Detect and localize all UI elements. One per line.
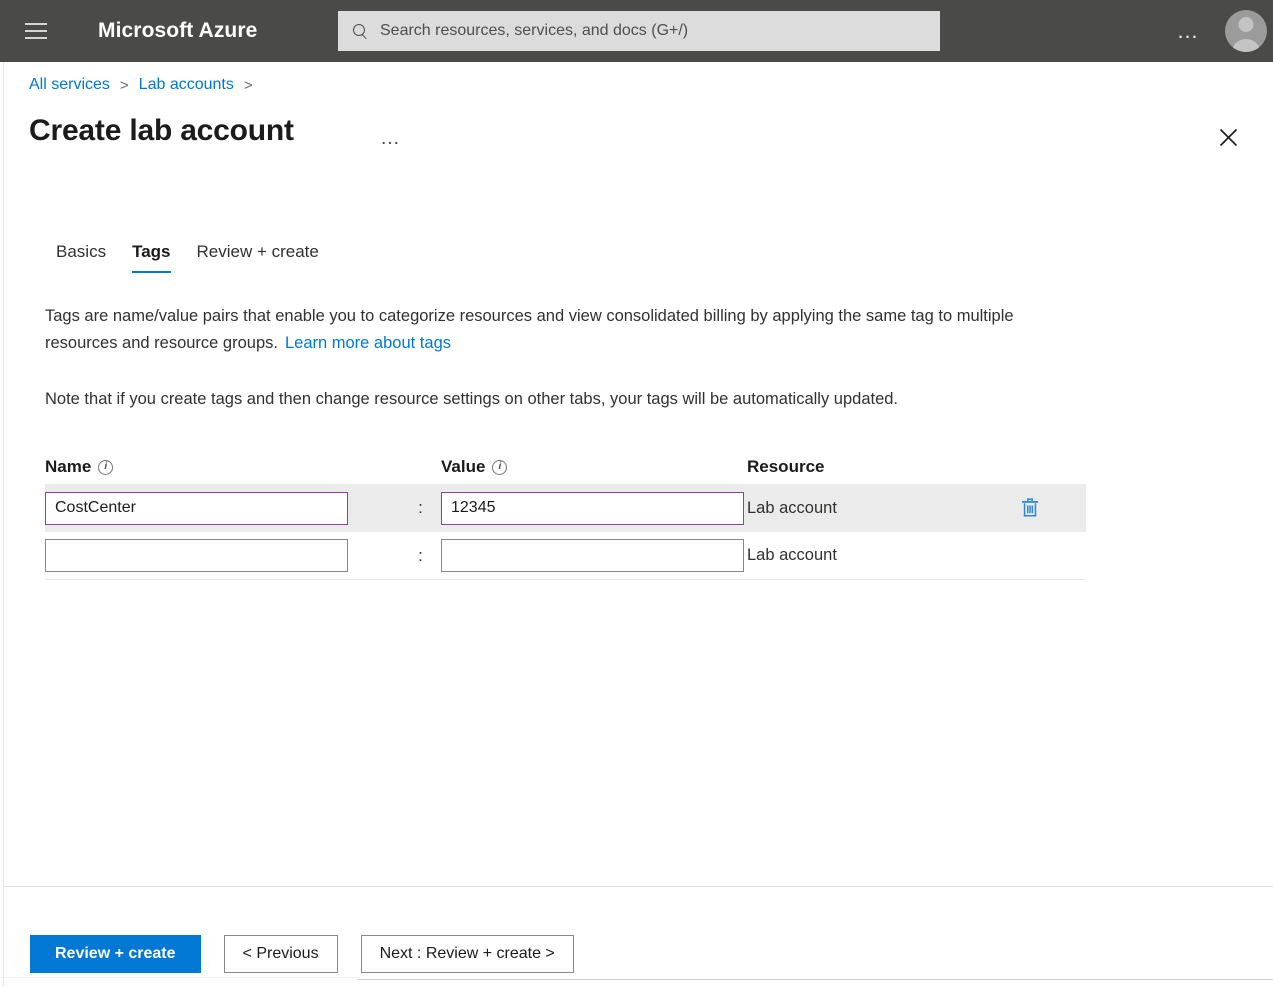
hamburger-line — [25, 23, 47, 25]
tags-description: Tags are name/value pairs that enable yo… — [45, 303, 1065, 357]
table-row: : Lab account — [45, 532, 1086, 580]
breadcrumb-separator-icon: > — [244, 77, 253, 94]
user-avatar[interactable] — [1225, 10, 1267, 52]
avatar-body-shape — [1232, 39, 1260, 52]
column-header-value: Value i — [441, 457, 747, 477]
tags-description-text: Tags are name/value pairs that enable yo… — [45, 307, 1014, 352]
tags-table: Name i Value i Resource : Lab account — [45, 450, 1086, 580]
tab-tags[interactable]: Tags — [119, 242, 183, 273]
tag-value-cell — [441, 492, 747, 525]
info-icon[interactable]: i — [98, 460, 113, 475]
tag-resource-label-0: Lab account — [747, 499, 977, 518]
azure-brand-title[interactable]: Microsoft Azure — [98, 19, 257, 43]
hamburger-line — [25, 37, 47, 39]
tag-value-cell — [441, 539, 747, 572]
tag-name-input-1[interactable] — [45, 539, 348, 572]
wizard-tabs: Basics Tags Review + create — [43, 242, 332, 273]
footer-divider — [4, 886, 1273, 887]
breadcrumb: All services > Lab accounts > — [29, 76, 263, 94]
tag-delete-cell — [977, 491, 1082, 525]
topbar-more-icon[interactable]: … — [1167, 0, 1212, 62]
tag-colon-separator: : — [400, 498, 441, 518]
tab-basics[interactable]: Basics — [43, 242, 119, 273]
global-search-box[interactable]: Search resources, services, and docs (G+… — [338, 11, 940, 51]
tag-resource-label-1: Lab account — [747, 546, 977, 565]
search-input[interactable]: Search resources, services, and docs (G+… — [380, 22, 688, 40]
bottom-edge-line-dark — [357, 979, 1273, 980]
column-header-value-label: Value — [441, 457, 485, 477]
create-lab-account-blade: All services > Lab accounts > Create lab… — [3, 62, 1273, 987]
tags-note-text: Note that if you create tags and then ch… — [45, 386, 1075, 412]
close-blade-button[interactable] — [1210, 119, 1246, 155]
tag-colon-separator: : — [400, 546, 441, 566]
tags-table-header-row: Name i Value i Resource — [45, 450, 1086, 484]
tag-value-input-1[interactable] — [441, 539, 744, 572]
bottom-edge-line-light — [0, 977, 360, 978]
table-row: : Lab account — [45, 484, 1086, 532]
wizard-footer: Review + create < Previous Next : Review… — [4, 907, 1273, 987]
page-title: Create lab account — [29, 114, 294, 148]
previous-button[interactable]: < Previous — [224, 935, 338, 973]
trash-icon — [1020, 497, 1040, 519]
tag-name-cell — [45, 492, 400, 525]
tab-review-create[interactable]: Review + create — [184, 242, 332, 273]
breadcrumb-item-all-services[interactable]: All services — [29, 76, 110, 94]
search-icon — [352, 23, 369, 40]
avatar-head-shape — [1239, 17, 1254, 32]
column-header-resource: Resource — [747, 457, 977, 477]
tag-value-input-0[interactable] — [441, 492, 744, 525]
tag-name-cell — [45, 539, 400, 572]
tag-name-input-0[interactable] — [45, 492, 348, 525]
breadcrumb-separator-icon: > — [120, 77, 129, 94]
next-review-create-button[interactable]: Next : Review + create > — [361, 935, 574, 973]
review-create-button[interactable]: Review + create — [30, 935, 201, 973]
breadcrumb-item-lab-accounts[interactable]: Lab accounts — [139, 76, 234, 94]
learn-more-about-tags-link[interactable]: Learn more about tags — [285, 334, 451, 352]
column-header-name-label: Name — [45, 457, 91, 477]
column-header-name: Name i — [45, 457, 400, 477]
page-more-options-icon[interactable]: … — [374, 126, 408, 150]
azure-top-navigation-bar: Microsoft Azure Search resources, servic… — [0, 0, 1273, 62]
delete-tag-button-0[interactable] — [1013, 491, 1047, 525]
info-icon[interactable]: i — [492, 460, 507, 475]
hamburger-menu-icon[interactable] — [18, 16, 54, 46]
hamburger-line — [25, 30, 47, 32]
